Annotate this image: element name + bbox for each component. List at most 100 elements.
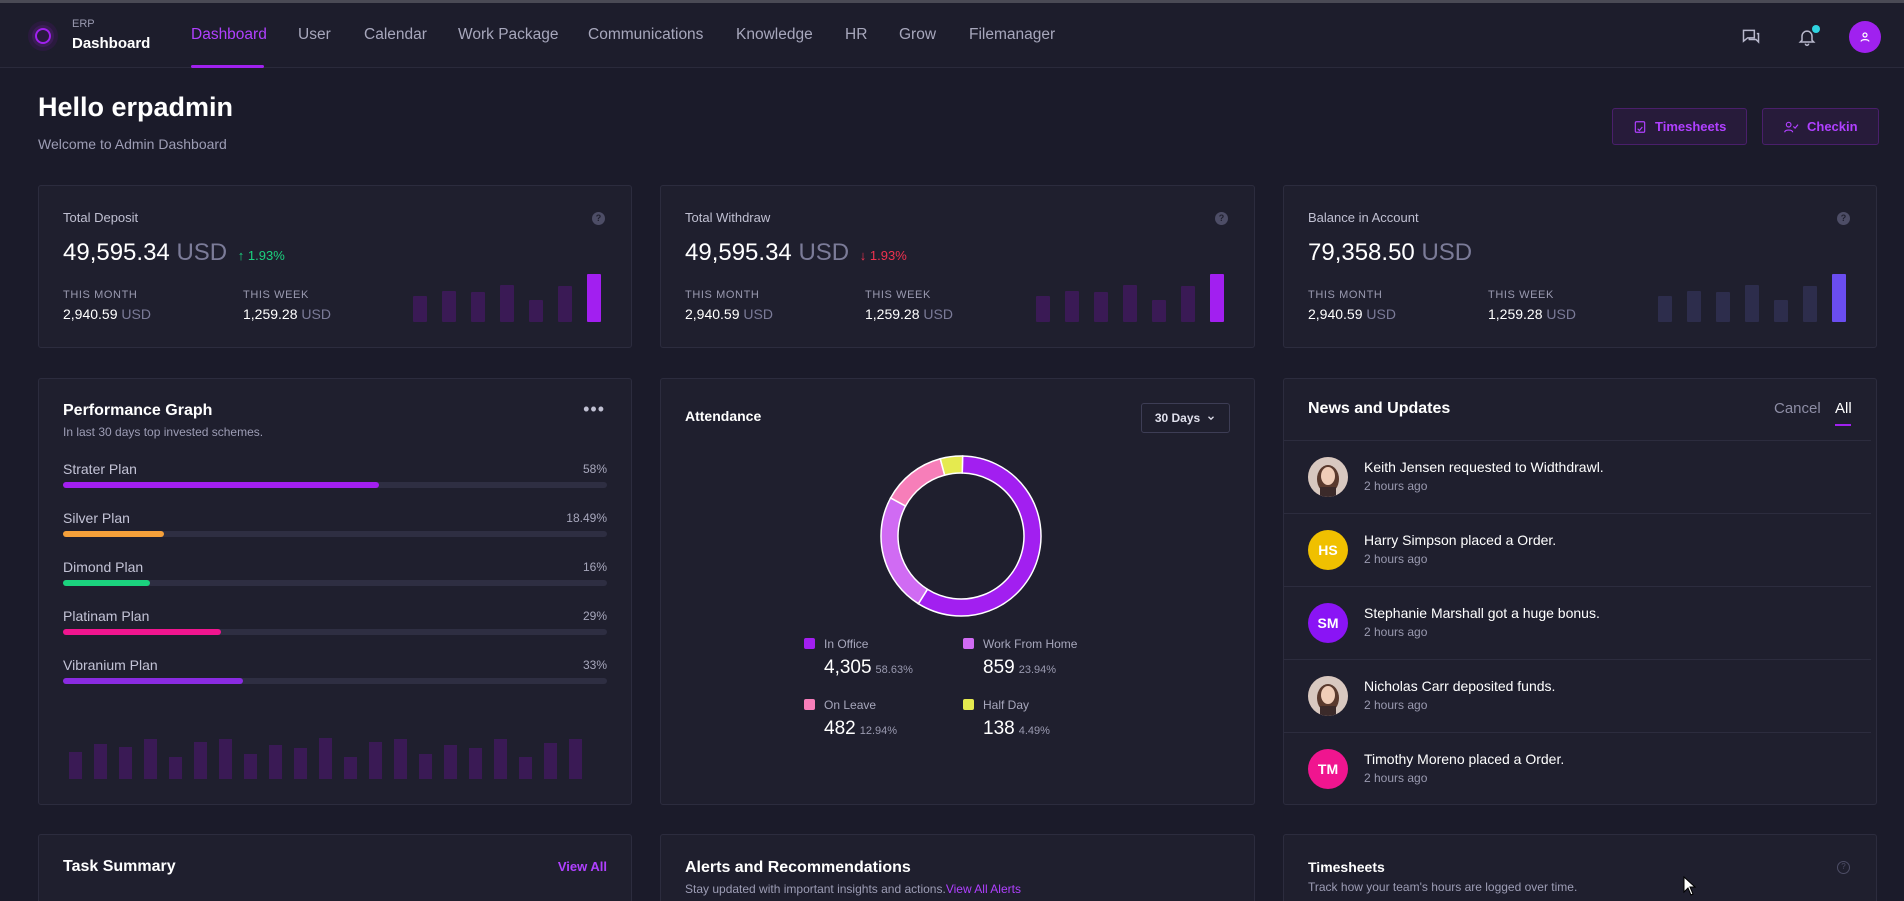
news-text: Stephanie Marshall got a huge bonus. — [1364, 605, 1600, 621]
logo-icon[interactable] — [28, 21, 58, 51]
this-week-label: THIS WEEK — [243, 289, 309, 301]
bell-icon[interactable] — [1794, 24, 1820, 50]
news-text: Nicholas Carr deposited funds. — [1364, 678, 1556, 694]
news-item[interactable]: Nicholas Carr deposited funds. 2 hours ag… — [1284, 659, 1871, 732]
news-item[interactable]: TM Timothy Moreno placed a Order. 2 hours … — [1284, 732, 1871, 805]
performance-subtitle: In last 30 days top invested schemes. — [63, 425, 264, 439]
mini-bar — [529, 300, 543, 322]
checkin-button[interactable]: Checkin — [1762, 108, 1879, 145]
performance-mini-chart — [69, 729, 582, 779]
tab-all[interactable]: All — [1835, 400, 1852, 417]
news-item[interactable]: Keith Jensen requested to Widthdrawl. 2 h… — [1284, 440, 1871, 513]
this-month-label: THIS MONTH — [63, 289, 138, 301]
nav-item-dashboard[interactable]: Dashboard — [191, 26, 267, 44]
stat-title: Balance in Account — [1308, 210, 1419, 225]
donut-slice-work-from-home[interactable] — [880, 496, 929, 605]
attendance-card: Attendance 30 Days In Office 4,305 58.63%… — [660, 378, 1255, 805]
nav-item-calendar[interactable]: Calendar — [364, 26, 427, 44]
legend-value-in-office: 4,305 58.63% — [824, 657, 913, 678]
help-icon[interactable]: ? — [1837, 212, 1850, 225]
plan-percent: 33% — [582, 658, 607, 672]
this-week-label: THIS WEEK — [1488, 289, 1554, 301]
notification-dot — [1812, 25, 1820, 33]
range-select[interactable]: 30 Days — [1141, 403, 1230, 433]
stat-value: 49,595.34 USD ↑ 1.93% — [63, 239, 285, 266]
user-avatar-icon[interactable] — [1849, 21, 1881, 53]
help-icon[interactable]: ? — [1837, 861, 1850, 874]
nav-item-user[interactable]: User — [298, 26, 331, 44]
news-time: 2 hours ago — [1364, 625, 1428, 639]
performance-bar — [369, 741, 382, 779]
view-all-alerts-link[interactable]: View All Alerts — [946, 882, 1021, 896]
donut-slice-half-day[interactable] — [939, 455, 964, 477]
news-item[interactable]: SM Stephanie Marshall got a huge bonus. 2 … — [1284, 586, 1871, 659]
donut-slice-on-leave[interactable] — [889, 457, 946, 508]
nav-item-hr[interactable]: HR — [845, 26, 867, 44]
mini-bar — [471, 292, 485, 322]
this-month-label: THIS MONTH — [685, 289, 760, 301]
performance-bar — [569, 739, 582, 779]
stat-value: 79,358.50 USD — [1308, 239, 1473, 266]
stat-title: Total Withdraw — [685, 210, 771, 225]
chat-icon[interactable] — [1738, 24, 1764, 50]
mini-bar — [442, 290, 456, 322]
more-options-icon[interactable]: ••• — [583, 400, 605, 418]
timesheets-button-label: Timesheets — [1655, 119, 1727, 134]
plan-percent: 58% — [582, 462, 607, 476]
mini-bar — [1658, 295, 1672, 322]
legend-swatch-in-office — [804, 638, 815, 649]
this-week-value: 1,259.28 USD — [243, 306, 331, 322]
stat-mini-chart — [1658, 274, 1846, 322]
news-text: Keith Jensen requested to Widthdrawl. — [1364, 459, 1604, 475]
timesheets-subtitle: Track how your team's hours are logged o… — [1308, 880, 1578, 894]
news-item[interactable]: HS Harry Simpson placed a Order. 2 hours a… — [1284, 513, 1871, 586]
page-subtitle: Welcome to Admin Dashboard — [38, 136, 227, 152]
mini-bar — [1716, 292, 1730, 322]
alerts-title: Alerts and Recommendations — [685, 859, 911, 876]
performance-bar — [544, 743, 557, 779]
nav-item-grow[interactable]: Grow — [899, 26, 936, 44]
alerts-card: Alerts and Recommendations Stay updated … — [660, 834, 1255, 901]
tab-cancel[interactable]: Cancel — [1774, 400, 1821, 417]
user-check-icon — [1784, 121, 1799, 133]
mini-bar — [587, 274, 601, 322]
performance-bar — [394, 739, 407, 779]
view-all-tasks-link[interactable]: View All — [558, 859, 607, 874]
task-summary-card: Task Summary View All — [38, 834, 632, 901]
mini-bar — [413, 295, 427, 322]
mini-bar — [558, 285, 572, 322]
stat-card-total-deposit: Total Deposit ? 49,595.34 USD ↑ 1.93% TH… — [38, 185, 632, 348]
top-navbar: ERP Dashboard Dashboard User Calendar Wo… — [0, 3, 1904, 68]
plan-progress-fill — [63, 629, 221, 635]
performance-bar — [419, 754, 432, 779]
help-icon[interactable]: ? — [1215, 212, 1228, 225]
task-summary-title: Task Summary — [63, 858, 176, 875]
nav-item-filemanager[interactable]: Filemanager — [969, 26, 1055, 44]
active-nav-indicator — [191, 65, 264, 68]
plan-progress-fill — [63, 580, 151, 586]
mini-bar — [1181, 285, 1195, 322]
plan-name: Strater Plan — [63, 461, 137, 477]
mini-bar — [1774, 300, 1788, 322]
legend-label-in-office: In Office — [824, 637, 869, 651]
plan-progress-track — [63, 531, 607, 537]
mini-bar — [1832, 274, 1846, 322]
this-week-value: 1,259.28 USD — [865, 306, 953, 322]
news-title: News and Updates — [1308, 400, 1451, 417]
plan-name: Platinam Plan — [63, 608, 150, 624]
timesheets-button[interactable]: Timesheets — [1612, 108, 1748, 145]
performance-bar — [219, 739, 232, 779]
nav-item-work-package[interactable]: Work Package — [458, 26, 559, 44]
nav-item-communications[interactable]: Communications — [588, 26, 703, 44]
performance-bar — [319, 738, 332, 779]
stat-change: ↑ 1.93% — [237, 248, 285, 263]
donut-slice-in-office[interactable] — [917, 455, 1042, 617]
mini-bar — [1687, 290, 1701, 322]
help-icon[interactable]: ? — [592, 212, 605, 225]
brand-title: Dashboard — [72, 35, 151, 52]
news-text: Harry Simpson placed a Order. — [1364, 532, 1557, 548]
stat-change: ↓ 1.93% — [859, 248, 907, 263]
nav-item-knowledge[interactable]: Knowledge — [736, 26, 813, 44]
mini-bar — [1123, 284, 1137, 322]
plan-progress-fill — [63, 531, 164, 537]
